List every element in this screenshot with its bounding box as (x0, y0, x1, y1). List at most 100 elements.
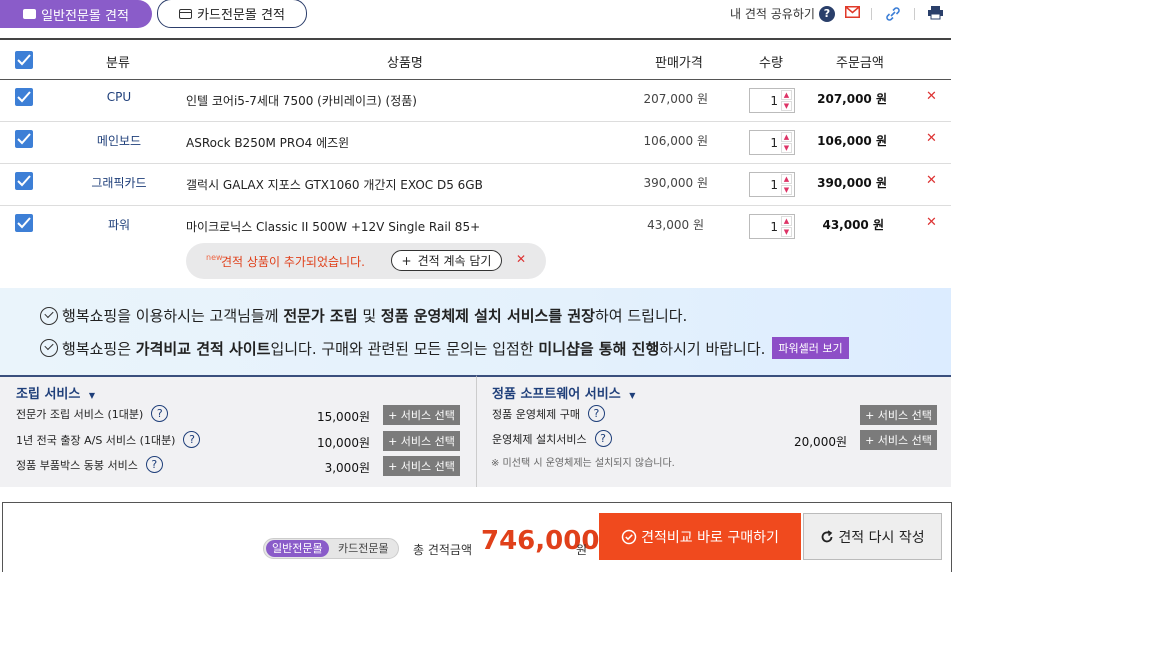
chevron-up-icon[interactable]: ▲ (781, 174, 792, 184)
mode-card[interactable]: 카드전문몰 (338, 540, 389, 557)
quantity-value: 1 (770, 136, 778, 150)
header-amount: 주문금액 (836, 56, 884, 71)
total-label: 총 견적금액 (413, 543, 473, 557)
row-checkbox[interactable] (15, 172, 33, 190)
chevron-up-icon[interactable]: ▲ (781, 90, 792, 100)
rewrite-estimate-label: 견적 다시 작성 (838, 529, 925, 546)
help-icon[interactable]: ? (594, 430, 612, 447)
row-category: CPU (106, 90, 132, 104)
row-product-name[interactable]: 마이크로닉스 Classic II 500W +12V Single Rail … (186, 218, 480, 235)
info-text: 입니다. 구매와 관련된 모든 문의는 입점한 (270, 339, 539, 358)
help-icon[interactable]: ? (587, 405, 605, 422)
info-text: 및 (357, 307, 381, 325)
buy-now-button[interactable]: 견적비교 바로 구매하기 (599, 513, 801, 560)
row-checkbox[interactable] (15, 214, 33, 232)
print-icon[interactable] (928, 6, 943, 20)
delete-row-icon[interactable]: ✕ (926, 131, 937, 146)
service-item: 정품 부품박스 동봉 서비스 ? (16, 456, 163, 473)
select-service-button[interactable]: + 서비스 선택 (860, 405, 937, 425)
row-divider (0, 121, 951, 122)
row-amount: 207,000 원 (817, 92, 887, 106)
header-qty: 수량 (759, 56, 783, 71)
row-product-name[interactable]: 인텔 코어i5-7세대 7500 (카비레이크) (정품) (186, 92, 417, 109)
folder-icon (23, 9, 37, 19)
tab-general-label: 일반전문몰 견적 (41, 8, 129, 24)
info-line-1: 행복쇼핑을 이용하시는 고객님들께 전문가 조립 및 정품 운영체제 설치 서비… (40, 305, 687, 326)
check-circle-icon (40, 339, 58, 357)
caret-down-icon: ▼ (629, 391, 636, 400)
row-checkbox[interactable] (15, 88, 33, 106)
quantity-stepper[interactable]: 1 ▲ ▼ (749, 130, 795, 155)
rewrite-estimate-button[interactable]: 견적 다시 작성 (803, 513, 942, 560)
delete-row-icon[interactable]: ✕ (926, 215, 937, 230)
row-price: 106,000 원 (643, 134, 708, 148)
help-icon[interactable]: ? (818, 5, 835, 22)
added-notice: new 견적 상품이 추가되었습니다. + 견적 계속 담기 ✕ (186, 243, 546, 279)
check-icon (17, 175, 31, 187)
plus-icon: + (401, 253, 412, 268)
software-title-label: 정품 소프트웨어 서비스 (492, 387, 621, 402)
chevron-down-icon[interactable]: ▼ (781, 101, 792, 111)
software-service-title[interactable]: 정품 소프트웨어 서비스 ▼ (492, 383, 635, 402)
mail-icon[interactable] (845, 6, 860, 18)
check-circle-icon (621, 529, 637, 544)
continue-estimate-label: 견적 계속 담기 (417, 254, 492, 268)
service-label: 정품 부품박스 동봉 서비스 (16, 458, 138, 472)
total-bar: 일반전문몰 카드전문몰 총 견적금액 746,000 원 견적비교 바로 구매하… (2, 502, 952, 572)
select-all-checkbox[interactable] (15, 51, 33, 69)
chevron-up-icon[interactable]: ▲ (781, 216, 792, 226)
row-divider (0, 205, 951, 206)
close-notice-icon[interactable]: ✕ (516, 252, 526, 266)
chevron-down-icon[interactable]: ▼ (781, 227, 792, 237)
info-panel: 행복쇼핑을 이용하시는 고객님들께 전문가 조립 및 정품 운영체제 설치 서비… (0, 288, 951, 375)
power-seller-button[interactable]: 파워셀러 보기 (772, 337, 849, 359)
row-product-name[interactable]: 갤럭시 GALAX 지포스 GTX1060 개간지 EXOC D5 6GB (186, 176, 483, 193)
info-text: 행복쇼핑은 (62, 339, 136, 358)
delete-row-icon[interactable]: ✕ (926, 89, 937, 104)
divider (871, 8, 872, 20)
chevron-up-icon[interactable]: ▲ (781, 132, 792, 142)
info-line-2: 행복쇼핑은 가격비교 견적 사이트입니다. 구매와 관련된 모든 문의는 입점한… (40, 337, 849, 359)
tab-card-label: 카드전문몰 견적 (197, 8, 285, 23)
check-icon (17, 54, 31, 66)
delete-row-icon[interactable]: ✕ (926, 173, 937, 188)
card-icon (179, 8, 193, 19)
link-icon[interactable] (885, 6, 901, 22)
quantity-stepper[interactable]: 1 ▲ ▼ (749, 214, 795, 239)
table-top-border (0, 38, 951, 40)
service-price: 20,000원 (793, 435, 847, 449)
continue-estimate-button[interactable]: + 견적 계속 담기 (391, 250, 502, 271)
select-service-button[interactable]: + 서비스 선택 (383, 456, 460, 476)
mode-general[interactable]: 일반전문몰 (266, 540, 329, 557)
select-service-button[interactable]: + 서비스 선택 (860, 430, 937, 450)
quantity-stepper[interactable]: 1 ▲ ▼ (749, 172, 795, 197)
info-text: 하시기 바랍니다. (659, 339, 766, 358)
check-circle-icon (40, 306, 58, 325)
row-amount: 106,000 원 (817, 134, 887, 148)
row-product-name[interactable]: ASRock B250M PRO4 에즈윈 (186, 134, 349, 151)
chevron-down-icon[interactable]: ▼ (781, 143, 792, 153)
info-text: 하여 드립니다. (594, 307, 688, 325)
mall-mode-toggle[interactable]: 일반전문몰 카드전문몰 (263, 538, 399, 559)
share-estimate[interactable]: 내 견적 공유하기 ? (730, 5, 835, 22)
info-bold: 가격비교 견적 사이트 (135, 339, 271, 358)
select-service-button[interactable]: + 서비스 선택 (383, 405, 460, 425)
tab-card-estimate[interactable]: 카드전문몰 견적 (157, 0, 307, 28)
row-category: 메인보드 (96, 134, 142, 148)
row-checkbox[interactable] (15, 130, 33, 148)
info-bold: 정품 운영체제 설치 서비스를 권장 (380, 307, 595, 325)
service-label: 전문가 조립 서비스 (1대분) (16, 407, 144, 421)
quantity-stepper[interactable]: 1 ▲ ▼ (749, 88, 795, 113)
select-service-button[interactable]: + 서비스 선택 (383, 431, 460, 451)
assembly-title-label: 조립 서비스 (16, 387, 81, 402)
help-icon[interactable]: ? (151, 405, 169, 422)
help-icon[interactable]: ? (183, 431, 201, 448)
row-divider (0, 163, 951, 164)
buy-now-label: 견적비교 바로 구매하기 (641, 529, 779, 546)
row-category: 파워 (107, 218, 131, 232)
help-icon[interactable]: ? (145, 456, 163, 473)
assembly-service-title[interactable]: 조립 서비스 ▼ (16, 383, 95, 402)
header-price: 판매가격 (655, 56, 703, 71)
tab-general-estimate[interactable]: 일반전문몰 견적 (0, 0, 152, 28)
chevron-down-icon[interactable]: ▼ (781, 185, 792, 195)
